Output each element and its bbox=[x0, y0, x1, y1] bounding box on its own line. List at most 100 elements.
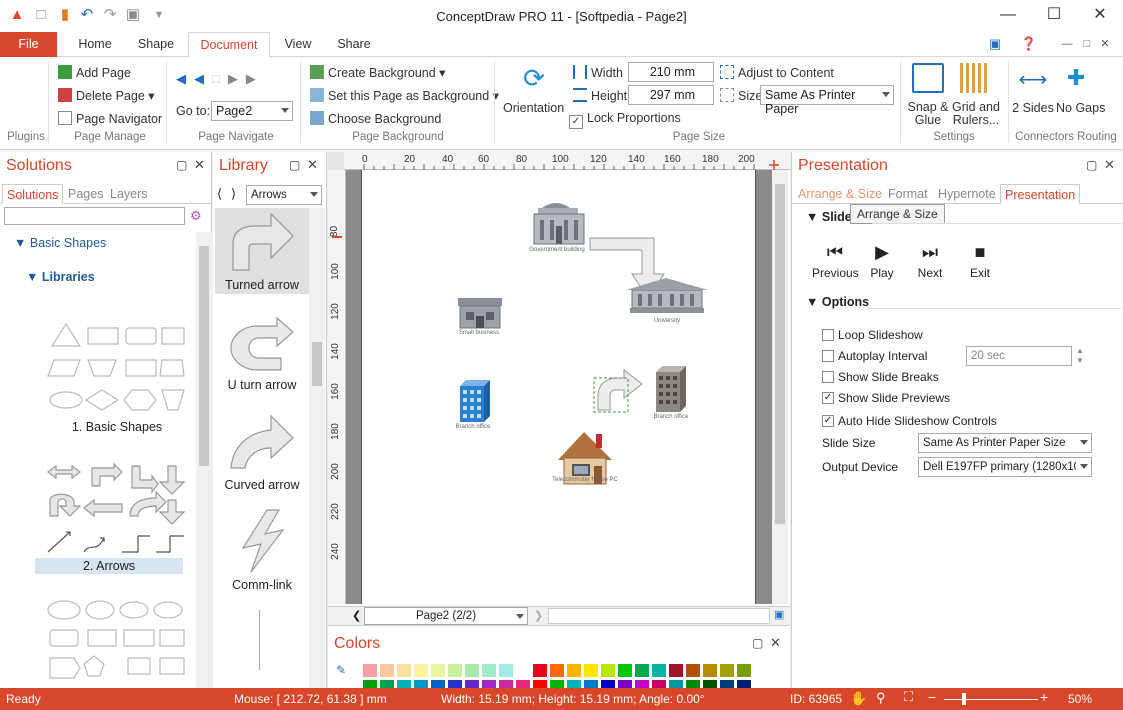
color-swatch[interactable] bbox=[719, 663, 735, 678]
checkbox-auto-hide-controls[interactable]: ✓ bbox=[822, 415, 834, 427]
search-input[interactable] bbox=[4, 207, 185, 225]
close-icon[interactable]: ✕ bbox=[1104, 157, 1115, 173]
color-swatch[interactable] bbox=[515, 663, 531, 678]
checkbox-autoplay-interval[interactable] bbox=[822, 350, 834, 362]
next-library-icon[interactable]: ⟩ bbox=[231, 186, 236, 202]
color-swatch[interactable] bbox=[447, 663, 463, 678]
maximize-button[interactable]: ☐ bbox=[1031, 0, 1077, 32]
set-background-button[interactable]: Set this Page as Background ▾ bbox=[310, 88, 499, 103]
tab-share[interactable]: Share bbox=[326, 32, 382, 57]
palette-icon[interactable]: ✎ bbox=[336, 663, 346, 677]
color-swatch[interactable] bbox=[413, 663, 429, 678]
pin-icon[interactable]: ▢ bbox=[176, 158, 187, 172]
turned-arrow-icon[interactable] bbox=[227, 210, 297, 272]
play-button[interactable]: Play bbox=[864, 266, 900, 280]
scroll-right-icon[interactable]: ❯ bbox=[534, 609, 543, 622]
curved-arrow-icon[interactable] bbox=[227, 410, 297, 472]
horizontal-scrollbar[interactable] bbox=[548, 608, 770, 624]
color-swatch[interactable] bbox=[651, 663, 667, 678]
spinner-icon[interactable]: ▲ ▼ bbox=[1076, 346, 1084, 366]
tab-format[interactable]: Format bbox=[884, 184, 932, 204]
color-swatch[interactable] bbox=[600, 663, 616, 678]
color-swatch[interactable] bbox=[583, 663, 599, 678]
exit-button[interactable]: Exit bbox=[962, 266, 998, 280]
color-swatch[interactable] bbox=[566, 663, 582, 678]
vertical-scrollbar[interactable] bbox=[196, 232, 212, 688]
color-swatch[interactable] bbox=[464, 663, 480, 678]
close-icon[interactable]: ✕ bbox=[307, 157, 318, 173]
u-turn-arrow-icon[interactable] bbox=[227, 310, 297, 372]
checkbox-show-slide-breaks[interactable] bbox=[822, 371, 834, 383]
goto-page-select[interactable]: Page2 bbox=[211, 101, 293, 121]
color-swatch[interactable] bbox=[549, 663, 565, 678]
minimize-button[interactable]: — bbox=[985, 0, 1031, 32]
tree-node-libraries[interactable]: ▼ Libraries bbox=[26, 270, 95, 284]
help-icon[interactable]: ❓ bbox=[1020, 35, 1038, 53]
next-button[interactable]: Next bbox=[912, 266, 948, 280]
zoom-out-icon[interactable]: − bbox=[928, 689, 936, 705]
close-doc-icon[interactable]: ✕ bbox=[1096, 35, 1114, 53]
arrows-thumbnail[interactable] bbox=[44, 462, 186, 556]
basic-shapes-thumbnail[interactable] bbox=[44, 320, 186, 416]
page-navigator-button[interactable]: Page Navigator bbox=[58, 111, 162, 126]
zoom-slider[interactable] bbox=[944, 699, 1038, 700]
pin-icon[interactable]: ▢ bbox=[289, 158, 300, 172]
next-page-icon[interactable]: ▶ bbox=[228, 71, 246, 86]
pan-hand-icon[interactable]: ✋ bbox=[850, 690, 867, 707]
color-swatch[interactable] bbox=[634, 663, 650, 678]
zoom-tool-icon[interactable]: ⚲ bbox=[876, 690, 886, 706]
scroll-left-icon[interactable]: ❮ bbox=[352, 609, 361, 622]
size-select[interactable]: Same As Printer Paper bbox=[760, 85, 894, 116]
drawing-page[interactable]: Government building University Small bus… bbox=[361, 170, 756, 604]
checkbox-loop-slideshow[interactable] bbox=[822, 329, 834, 341]
callouts-thumbnail[interactable] bbox=[44, 598, 186, 684]
interval-input[interactable]: 20 sec bbox=[966, 346, 1072, 366]
restore-ribbon-icon[interactable]: □ bbox=[1078, 35, 1096, 53]
adjust-to-content-button[interactable]: Adjust to Content bbox=[720, 65, 834, 80]
height-input[interactable]: 297 mm bbox=[628, 85, 714, 105]
tab-file[interactable]: File bbox=[0, 32, 57, 57]
color-swatch[interactable] bbox=[702, 663, 718, 678]
tab-layers[interactable]: Layers bbox=[106, 184, 152, 204]
choose-background-button[interactable]: Choose Background bbox=[310, 111, 441, 126]
zoom-fit-icon[interactable]: ⛶ bbox=[904, 689, 913, 705]
previous-button[interactable]: Previous bbox=[812, 266, 859, 280]
last-page-icon[interactable]: ▶ bbox=[246, 71, 264, 86]
tab-pages[interactable]: Pages bbox=[64, 184, 107, 204]
no-gaps-button[interactable]: No Gaps bbox=[1056, 101, 1105, 115]
tab-shape[interactable]: Shape bbox=[128, 32, 184, 57]
close-icon[interactable]: ✕ bbox=[194, 157, 205, 173]
color-swatch[interactable] bbox=[685, 663, 701, 678]
zoom-slider-handle[interactable] bbox=[962, 693, 966, 705]
comm-link-icon[interactable] bbox=[233, 508, 293, 574]
color-swatch[interactable] bbox=[430, 663, 446, 678]
color-swatch[interactable] bbox=[617, 663, 633, 678]
close-icon[interactable]: ✕ bbox=[770, 635, 781, 651]
color-swatch[interactable] bbox=[481, 663, 497, 678]
close-window-button[interactable]: ✕ bbox=[1077, 0, 1123, 32]
tree-node-basic-shapes[interactable]: ▼ Basic Shapes bbox=[14, 236, 106, 250]
tab-solutions[interactable]: Solutions bbox=[2, 184, 64, 204]
checkbox-show-slide-previews[interactable]: ✓ bbox=[822, 392, 834, 404]
library-item-basic-shapes[interactable]: 1. Basic Shapes bbox=[44, 420, 190, 434]
grid-rulers-button[interactable]: Grid and Rulers... bbox=[950, 101, 1002, 127]
create-background-button[interactable]: Create Background ▾ bbox=[310, 65, 445, 80]
pin-icon[interactable]: ▢ bbox=[752, 636, 763, 650]
fit-page-icon[interactable]: ▣ bbox=[774, 608, 784, 621]
color-swatch[interactable] bbox=[532, 663, 548, 678]
slide-size-select[interactable]: Same As Printer Paper Size bbox=[918, 433, 1092, 453]
minimize-ribbon-icon[interactable]: — bbox=[1058, 35, 1076, 53]
orientation-button[interactable]: Orientation bbox=[503, 101, 564, 115]
two-sides-button[interactable]: 2 Sides bbox=[1012, 101, 1054, 115]
tab-home[interactable]: Home bbox=[66, 32, 124, 57]
layout-icon[interactable]: ▣ bbox=[986, 35, 1004, 53]
color-swatch[interactable] bbox=[396, 663, 412, 678]
lock-proportions-checkbox[interactable]: ✓ Lock Proportions bbox=[569, 111, 681, 129]
add-page-button[interactable]: Add Page bbox=[58, 65, 131, 80]
page-selector[interactable]: Page2 (2/2) bbox=[364, 607, 528, 625]
tab-presentation[interactable]: Presentation bbox=[1000, 184, 1081, 204]
tab-view[interactable]: View bbox=[274, 32, 322, 57]
prev-page-icon[interactable]: ◀ bbox=[194, 71, 212, 86]
library-item-arrows[interactable]: 2. Arrows bbox=[35, 559, 183, 573]
color-swatch[interactable] bbox=[736, 663, 752, 678]
